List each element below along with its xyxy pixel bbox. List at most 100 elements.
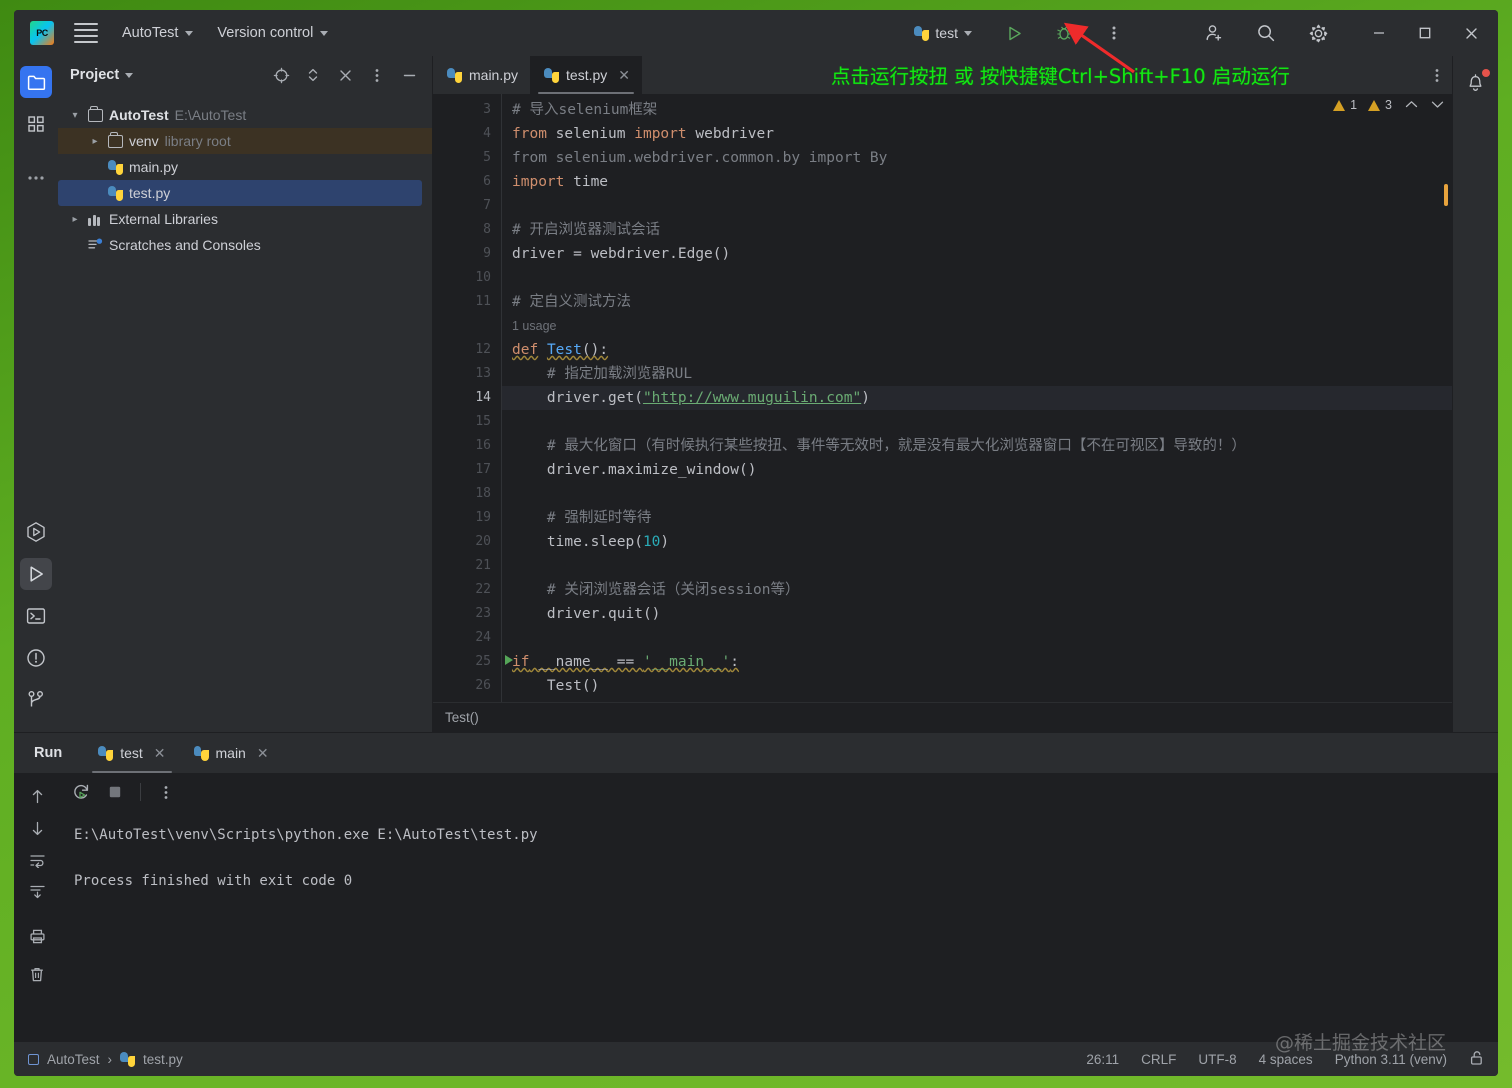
scroll-up-button[interactable] — [22, 781, 52, 811]
code-line[interactable] — [502, 410, 1452, 434]
options-kebab-icon[interactable] — [364, 62, 390, 88]
editor-tab-main-py[interactable]: main.py — [433, 56, 530, 94]
code-line[interactable]: # 定自义测试方法 — [502, 290, 1452, 314]
notification-bell-icon[interactable] — [1460, 66, 1492, 98]
caret-position[interactable]: 26:11 — [1086, 1052, 1119, 1067]
run-anything-icon[interactable] — [20, 516, 52, 548]
project-menu-button[interactable]: AutoTest — [122, 25, 194, 41]
editor-scrollbar-thumb[interactable] — [1444, 184, 1448, 206]
print-button[interactable] — [22, 921, 52, 951]
more-vertical-icon[interactable] — [1096, 10, 1132, 56]
version-control-tool-icon[interactable] — [20, 684, 52, 716]
console-options-button[interactable] — [151, 777, 181, 807]
run-button[interactable] — [996, 10, 1032, 56]
structure-tool-icon[interactable] — [20, 108, 52, 140]
hide-panel-icon[interactable] — [396, 62, 422, 88]
code-line[interactable]: # 开启浏览器测试会话 — [502, 218, 1452, 242]
code-line[interactable]: # 最大化窗口（有时候执行某些按扭、事件等无效时，就是没有最大化浏览器窗口【不在… — [502, 434, 1452, 458]
version-control-menu-button[interactable]: Version control — [217, 25, 329, 41]
code-line[interactable]: # 指定加载浏览器RUL — [502, 362, 1452, 386]
code-line[interactable]: # 关闭浏览器会话（关闭session等） — [502, 578, 1452, 602]
close-icon[interactable] — [1448, 10, 1494, 56]
code-line[interactable] — [502, 266, 1452, 290]
tree-item-venv[interactable]: ▸ venv library root — [58, 128, 432, 154]
scroll-to-end-button[interactable] — [22, 877, 52, 907]
unlocked-icon[interactable] — [1469, 1050, 1484, 1069]
usage-inlay-hint[interactable]: 1 usage — [502, 314, 1452, 338]
gear-icon[interactable] — [1300, 10, 1336, 56]
editor-tabs-options-icon[interactable] — [1422, 56, 1452, 94]
module-icon — [28, 1053, 39, 1065]
stop-button[interactable] — [100, 777, 130, 807]
code-line[interactable] — [502, 554, 1452, 578]
more-tool-windows-icon[interactable] — [20, 162, 52, 194]
tree-item-label: AutoTest — [109, 107, 169, 123]
tree-item-external-libraries[interactable]: ▸ External Libraries — [58, 206, 432, 232]
code-line[interactable]: Test() — [502, 674, 1452, 698]
project-tool-icon[interactable] — [20, 66, 52, 98]
code-line[interactable] — [502, 194, 1452, 218]
minimize-icon[interactable] — [1356, 10, 1402, 56]
hamburger-menu-icon[interactable] — [74, 22, 98, 44]
rerun-button[interactable] — [66, 777, 96, 807]
tree-item-scratches[interactable]: Scratches and Consoles — [58, 232, 432, 258]
select-opened-file-icon[interactable] — [268, 62, 294, 88]
code-line[interactable]: import time — [502, 170, 1452, 194]
run-tab-main[interactable]: main ✕ — [180, 733, 283, 773]
python-interpreter[interactable]: Python 3.11 (venv) — [1335, 1052, 1447, 1067]
clear-all-button[interactable] — [22, 959, 52, 989]
account-add-icon[interactable] — [1196, 10, 1232, 56]
code-line[interactable]: driver.get("http://www.muguilin.com") — [502, 386, 1452, 410]
run-tool-icon[interactable] — [20, 558, 52, 590]
code-line[interactable]: def Test(): — [502, 338, 1452, 362]
chevron-down-icon[interactable] — [125, 72, 134, 78]
code-line[interactable] — [502, 482, 1452, 506]
expand-collapse-icon[interactable] — [300, 62, 326, 88]
code-line[interactable]: # 导入selenium框架 — [502, 98, 1452, 122]
prev-problem-icon[interactable] — [1405, 98, 1418, 112]
terminal-tool-icon[interactable] — [20, 600, 52, 632]
code-line[interactable]: driver = webdriver.Edge() — [502, 242, 1452, 266]
run-configuration-selector[interactable]: test — [908, 25, 978, 41]
chevron-down-icon[interactable]: ▾ — [68, 110, 82, 121]
code-line[interactable]: from selenium.webdriver.common.by import… — [502, 146, 1452, 170]
code-line[interactable] — [502, 698, 1452, 702]
run-console-output[interactable]: E:\AutoTest\venv\Scripts\python.exe E:\A… — [60, 811, 1498, 1042]
code-line[interactable]: if __name__ == '__main__': — [502, 650, 1452, 674]
breadcrumb-symbol[interactable]: Test() — [445, 710, 479, 725]
scroll-down-button[interactable] — [22, 813, 52, 843]
close-tab-icon[interactable]: ✕ — [618, 67, 630, 84]
editor-tab-test-py[interactable]: test.py ✕ — [530, 56, 643, 94]
code-content[interactable]: # 导入selenium框架 from selenium import webdr… — [501, 94, 1452, 702]
code-line[interactable]: from selenium import webdriver — [502, 122, 1452, 146]
indent-setting[interactable]: 4 spaces — [1259, 1052, 1313, 1067]
inspection-widget[interactable]: 1 3 — [1333, 98, 1444, 112]
code-line[interactable]: driver.maximize_window() — [502, 458, 1452, 482]
soft-wrap-button[interactable] — [22, 845, 52, 875]
line-separator[interactable]: CRLF — [1141, 1052, 1176, 1067]
code-line[interactable]: time.sleep(10) — [502, 530, 1452, 554]
status-file-name[interactable]: test.py — [143, 1052, 183, 1067]
tree-item-autotest[interactable]: ▾ AutoTest E:\AutoTest — [58, 102, 432, 128]
run-configuration-label: test — [935, 25, 958, 41]
file-encoding[interactable]: UTF-8 — [1198, 1052, 1236, 1067]
status-project-name[interactable]: AutoTest — [47, 1052, 100, 1067]
run-panel-body: E:\AutoTest\venv\Scripts\python.exe E:\A… — [14, 773, 1498, 1042]
close-run-tab-icon[interactable]: ✕ — [257, 745, 269, 762]
problems-tool-icon[interactable] — [20, 642, 52, 674]
close-run-tab-icon[interactable]: ✕ — [154, 745, 166, 762]
code-line[interactable]: driver.quit() — [502, 602, 1452, 626]
code-line[interactable]: # 强制延时等待 — [502, 506, 1452, 530]
collapse-all-icon[interactable] — [332, 62, 358, 88]
run-tab-test[interactable]: test ✕ — [84, 733, 179, 773]
code-line[interactable] — [502, 626, 1452, 650]
chevron-right-icon[interactable]: ▸ — [68, 214, 82, 225]
maximize-icon[interactable] — [1402, 10, 1448, 56]
tree-item-main-py[interactable]: main.py — [58, 154, 432, 180]
chevron-right-icon[interactable]: ▸ — [88, 136, 102, 147]
debug-bug-icon[interactable] — [1046, 10, 1082, 56]
tree-item-test-py[interactable]: test.py — [58, 180, 422, 206]
search-icon[interactable] — [1248, 10, 1284, 56]
code-editor[interactable]: 3 4 5 6 7 8 9 10 11 12 13 14 15 16 17 18 19 20 21 22 23 24 25 2… — [433, 94, 1452, 702]
next-problem-icon[interactable] — [1431, 98, 1444, 112]
